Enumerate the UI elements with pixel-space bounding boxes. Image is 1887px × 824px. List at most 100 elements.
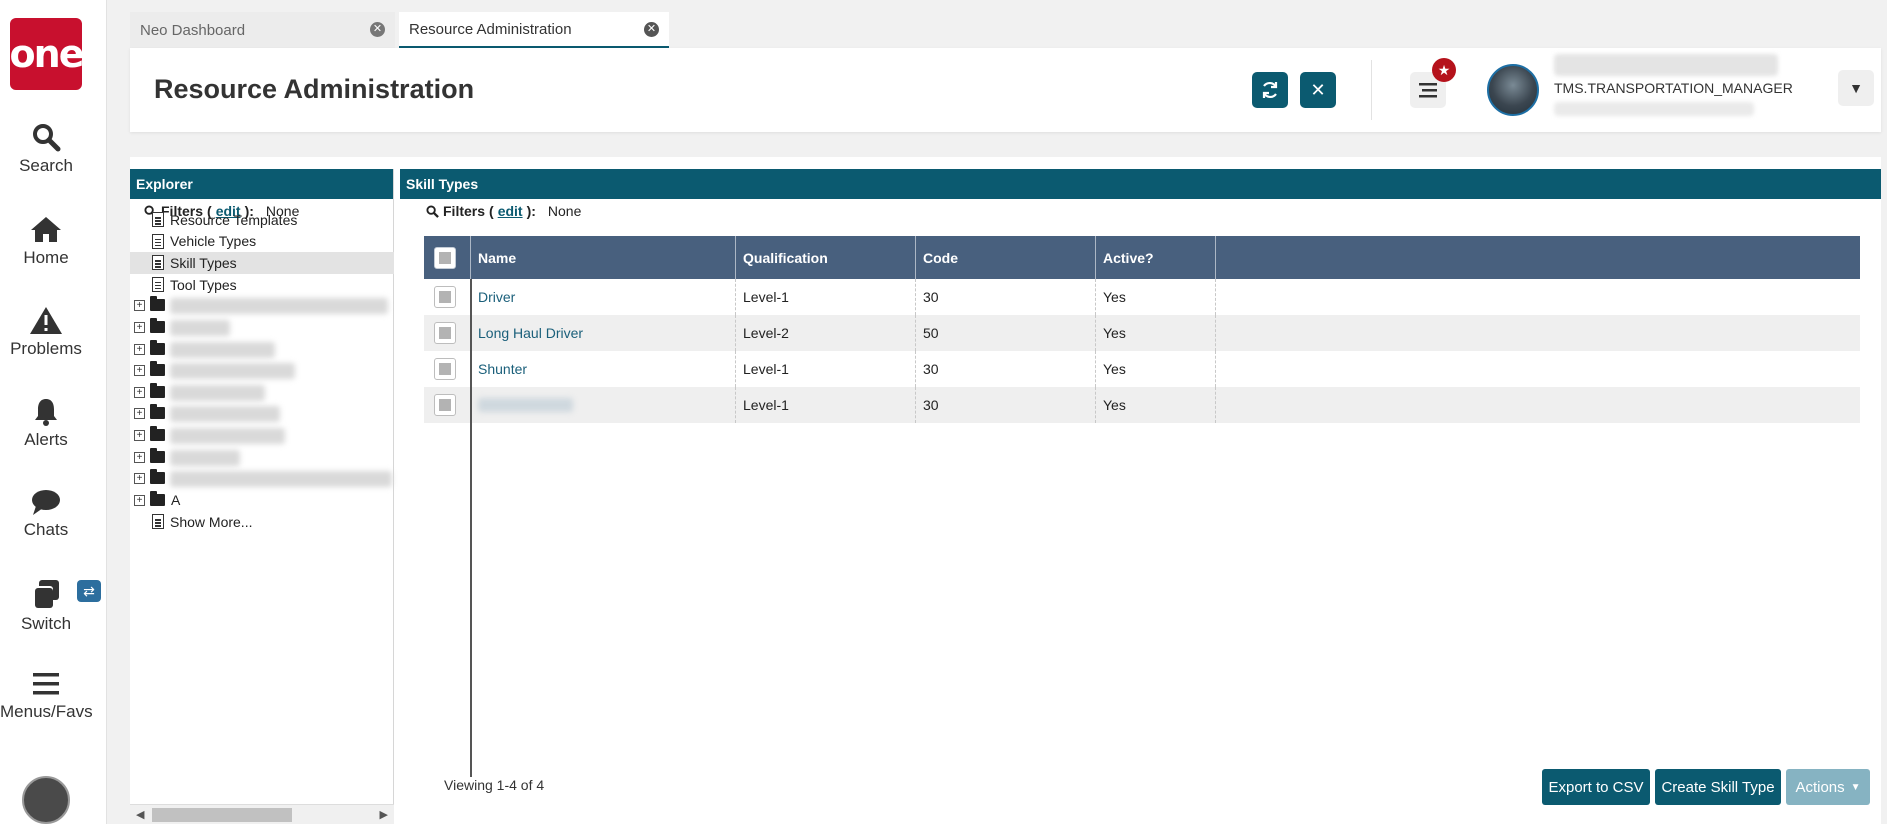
tab-neo-dashboard[interactable]: Neo Dashboard ✕ <box>130 12 395 48</box>
tree-item-resource-templates[interactable]: Resource Templates <box>130 209 394 231</box>
nav-user-avatar[interactable] <box>22 776 70 824</box>
scroll-left-icon[interactable]: ◀ <box>136 808 144 821</box>
select-all-checkbox[interactable] <box>434 246 456 269</box>
skill-name-link[interactable]: Driver <box>471 279 736 315</box>
col-header-name[interactable]: Name <box>471 236 736 279</box>
col-header-code[interactable]: Code <box>916 236 1096 279</box>
expand-icon[interactable]: + <box>134 473 145 485</box>
folder-label-redacted <box>170 319 230 336</box>
expand-icon[interactable]: + <box>134 321 145 333</box>
filters-value: None <box>547 203 582 219</box>
list-icon <box>1419 83 1437 98</box>
document-icon <box>152 276 164 292</box>
nav-chats[interactable]: Chats <box>0 488 92 540</box>
expand-icon[interactable]: + <box>134 429 145 441</box>
tab-resource-administration[interactable]: Resource Administration ✕ <box>399 12 669 48</box>
folder-icon <box>150 490 165 506</box>
tree-folder[interactable]: + <box>130 317 394 339</box>
col-header-qualification[interactable]: Qualification <box>736 236 916 279</box>
expand-icon[interactable]: + <box>134 408 145 420</box>
header-divider <box>1371 60 1372 120</box>
page-title: Resource Administration <box>154 74 475 104</box>
tab-label: Neo Dashboard <box>140 21 246 39</box>
tree-show-more[interactable]: Show More... <box>130 511 394 533</box>
create-skill-type-button[interactable]: Create Skill Type <box>1655 769 1781 805</box>
document-icon <box>152 233 164 249</box>
explorer-tree: Resource Templates Vehicle Types Skill T… <box>130 209 394 533</box>
nav-home[interactable]: Home <box>0 214 92 268</box>
row-checkbox[interactable] <box>434 394 456 416</box>
refresh-button[interactable] <box>1252 72 1288 108</box>
user-org-redacted <box>1554 102 1754 116</box>
tree-folder[interactable]: + <box>130 425 394 447</box>
tree-folder[interactable]: + <box>130 360 394 382</box>
nav-problems[interactable]: Problems <box>0 305 92 359</box>
tree-folder[interactable]: + <box>130 382 394 404</box>
expand-icon[interactable]: + <box>134 494 145 506</box>
active-cell: Yes <box>1096 315 1216 351</box>
folder-label-redacted <box>170 341 275 358</box>
tree-folder-a[interactable]: + A <box>130 490 394 512</box>
scroll-right-icon[interactable]: ▶ <box>380 808 388 821</box>
folder-icon <box>150 425 165 441</box>
close-tab-icon[interactable]: ✕ <box>644 22 659 37</box>
warning-icon <box>30 307 62 334</box>
col-header-active[interactable]: Active? <box>1096 236 1216 279</box>
expand-icon[interactable]: + <box>134 343 145 355</box>
nav-switch-label: Switch <box>20 614 72 633</box>
refresh-icon <box>1262 81 1278 99</box>
active-cell: Yes <box>1096 279 1216 315</box>
folder-icon <box>150 469 165 485</box>
explorer-scrollbar[interactable]: ◀ ▶ <box>130 804 394 824</box>
nav-menus-favs[interactable]: Menus/Favs <box>0 670 93 722</box>
qualification-cell: Level-1 <box>736 351 916 387</box>
user-avatar[interactable] <box>1487 64 1539 116</box>
skill-filters: Filters(edit): None <box>426 203 581 219</box>
row-checkbox[interactable] <box>434 322 456 344</box>
row-checkbox[interactable] <box>434 358 456 380</box>
actions-button[interactable]: Actions ▼ <box>1786 769 1870 805</box>
close-page-button[interactable]: ✕ <box>1300 72 1336 108</box>
table-row: Shunter Level-1 30 Yes <box>424 351 1860 387</box>
folder-label-redacted <box>170 471 392 488</box>
expand-icon[interactable]: + <box>134 300 145 312</box>
folder-icon <box>150 296 165 312</box>
close-tab-icon[interactable]: ✕ <box>370 22 385 37</box>
search-icon <box>33 124 61 152</box>
skill-name-link[interactable]: Long Haul Driver <box>471 315 736 351</box>
nav-alerts[interactable]: Alerts <box>0 396 92 450</box>
tree-folder[interactable]: + <box>130 468 394 490</box>
pagination-status: Viewing 1-4 of 4 <box>444 777 545 793</box>
skill-name-link[interactable] <box>471 387 736 423</box>
app-logo[interactable]: one <box>10 18 84 90</box>
nav-search[interactable]: Search <box>0 122 92 176</box>
tree-folder[interactable]: + <box>130 339 394 361</box>
folder-label-redacted <box>170 363 295 380</box>
tree-item-skill-types[interactable]: Skill Types <box>130 252 394 274</box>
grid-frozen-divider <box>470 279 472 777</box>
swap-icon[interactable]: ⇄ <box>77 580 101 602</box>
active-cell: Yes <box>1096 351 1216 387</box>
tree-item-tool-types[interactable]: Tool Types <box>130 274 394 296</box>
expand-icon[interactable]: + <box>134 451 145 463</box>
expand-icon[interactable]: + <box>134 386 145 398</box>
close-icon: ✕ <box>1310 79 1326 100</box>
user-menu-dropdown[interactable]: ▼ <box>1838 70 1874 106</box>
filters-edit-link[interactable]: edit <box>498 203 523 219</box>
scrollbar-thumb[interactable] <box>152 808 292 822</box>
tab-label: Resource Administration <box>409 20 572 38</box>
skill-name-link[interactable]: Shunter <box>471 351 736 387</box>
expand-icon[interactable]: + <box>134 365 145 377</box>
bell-icon <box>35 399 57 426</box>
tree-item-vehicle-types[interactable]: Vehicle Types <box>130 231 394 253</box>
explorer-panel: Explorer Filters(edit): None Resource Te… <box>130 169 394 824</box>
table-row: Long Haul Driver Level-2 50 Yes <box>424 315 1860 351</box>
folder-label-redacted <box>170 384 265 401</box>
folder-icon <box>150 317 165 333</box>
chat-icon <box>32 490 60 515</box>
tree-folder[interactable]: + <box>130 295 394 317</box>
tree-folder[interactable]: + <box>130 403 394 425</box>
tree-folder[interactable]: + <box>130 447 394 469</box>
export-csv-button[interactable]: Export to CSV <box>1542 769 1650 805</box>
row-checkbox[interactable] <box>434 286 456 308</box>
